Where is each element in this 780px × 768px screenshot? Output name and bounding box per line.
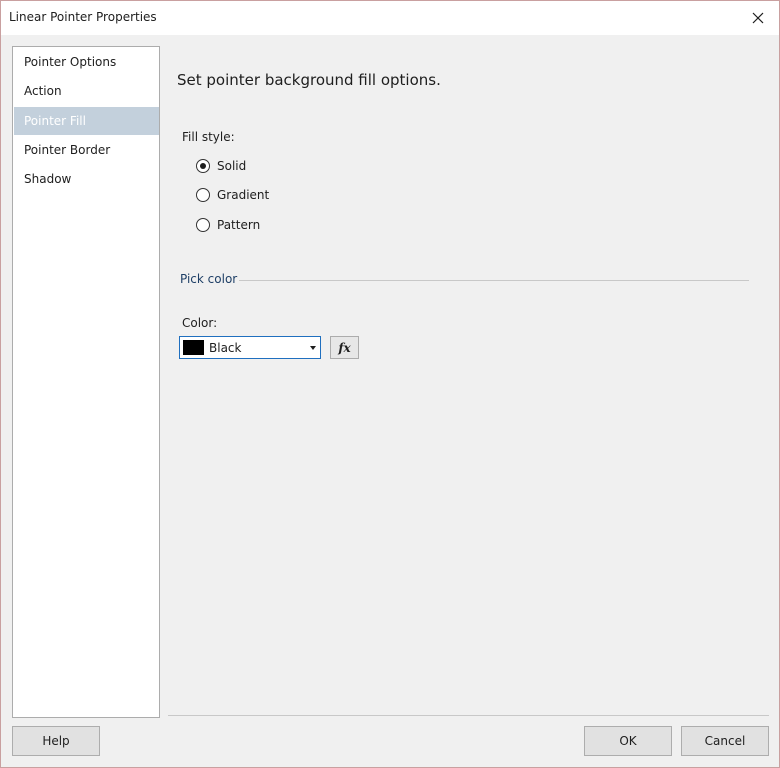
footer-divider [168, 715, 769, 716]
help-button[interactable]: Help [12, 726, 100, 756]
window-title: Linear Pointer Properties [9, 10, 157, 24]
color-dropdown[interactable]: Black [179, 336, 321, 359]
color-swatch [183, 340, 204, 355]
color-label: Color: [182, 316, 218, 330]
nav-list: Pointer Options Action Pointer Fill Poin… [12, 46, 160, 718]
radio-solid-label: Solid [217, 159, 247, 173]
fill-style-label: Fill style: [182, 130, 235, 144]
chevron-down-icon [310, 346, 316, 350]
section-divider [239, 280, 749, 281]
nav-item-pointer-options[interactable]: Pointer Options [14, 48, 159, 76]
pick-color-section-label: Pick color [180, 272, 238, 286]
radio-gradient-indicator[interactable] [196, 188, 210, 202]
radio-gradient[interactable]: Gradient [196, 185, 269, 205]
radio-pattern-label: Pattern [217, 218, 261, 232]
dialog-window: Linear Pointer Properties Pointer Option… [0, 0, 780, 768]
radio-pattern[interactable]: Pattern [196, 215, 260, 235]
expression-button[interactable]: fx [330, 336, 359, 359]
color-dropdown-value: Black [209, 341, 242, 355]
cancel-button[interactable]: Cancel [681, 726, 769, 756]
nav-item-shadow[interactable]: Shadow [14, 165, 159, 193]
nav-item-action[interactable]: Action [14, 77, 159, 105]
close-button[interactable] [743, 3, 773, 33]
nav-item-pointer-border[interactable]: Pointer Border [14, 136, 159, 164]
radio-gradient-label: Gradient [217, 188, 270, 202]
radio-pattern-indicator[interactable] [196, 218, 210, 232]
ok-button[interactable]: OK [584, 726, 672, 756]
radio-solid-indicator[interactable] [196, 159, 210, 173]
nav-item-pointer-fill[interactable]: Pointer Fill [14, 107, 159, 135]
close-icon [752, 12, 764, 24]
title-bar: Linear Pointer Properties [1, 1, 779, 35]
page-heading: Set pointer background fill options. [177, 71, 441, 89]
radio-solid[interactable]: Solid [196, 156, 246, 176]
